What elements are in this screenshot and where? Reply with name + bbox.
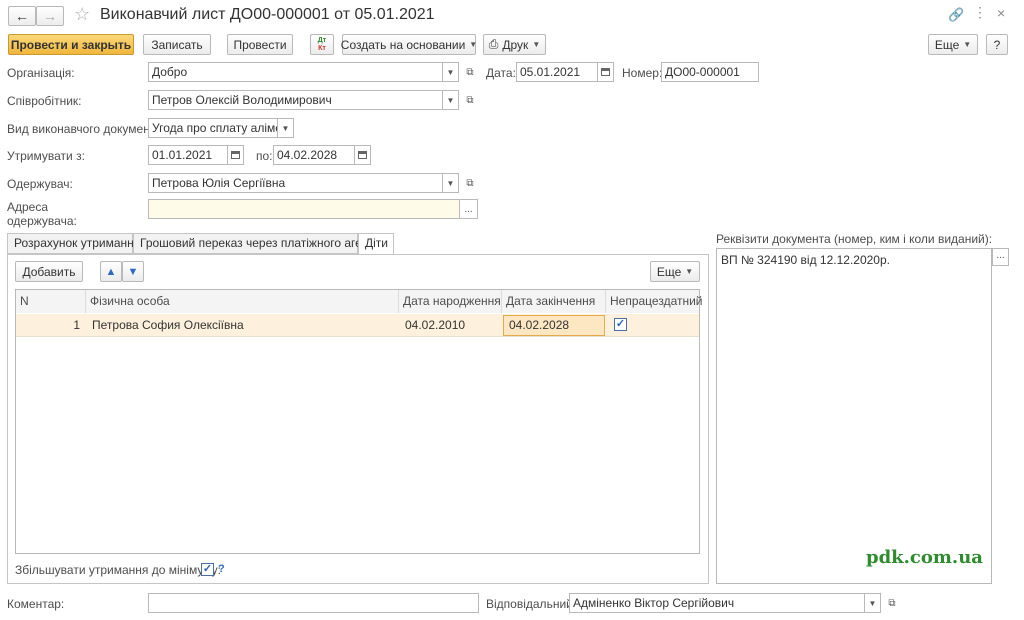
address-field[interactable] — [148, 199, 460, 219]
to-label: по: — [256, 149, 273, 163]
favorite-star-icon[interactable]: ☆ — [74, 4, 90, 25]
org-open-icon[interactable]: ⧉ — [462, 64, 478, 80]
withhold-from-calendar-button[interactable] — [228, 145, 244, 165]
column-header-n[interactable]: N — [16, 290, 86, 313]
number-label: Номер: — [622, 66, 663, 80]
requisites-select-button[interactable]: ... — [992, 248, 1009, 266]
responsible-field[interactable]: Адміненко Віктор Сергійович — [569, 593, 865, 613]
doc-kind-select[interactable]: Угода про сплату аліменті — [148, 118, 278, 138]
employee-field[interactable]: Петров Олексій Володимирович — [148, 90, 443, 110]
forward-button[interactable]: → — [36, 6, 64, 26]
number-field[interactable]: ДО00-000001 — [661, 62, 759, 82]
doc-kind-dropdown-button[interactable]: ▼ — [278, 118, 294, 138]
column-header-disabled[interactable]: Непрацездатний — [606, 290, 703, 313]
tab-calculation[interactable]: Розрахунок утримання — [7, 233, 140, 254]
recipient-open-icon[interactable]: ⧉ — [462, 175, 478, 191]
move-down-button[interactable]: ▼ — [122, 261, 144, 282]
dt-kt-icon: Дт — [317, 36, 327, 44]
calendar-icon — [231, 151, 240, 159]
move-up-button[interactable]: ▲ — [100, 261, 122, 282]
doc-kind-label: Вид виконавчого документа: — [7, 122, 166, 136]
row-birth-date[interactable]: 04.02.2010 — [405, 314, 465, 336]
dt-kt-button[interactable]: Дт Кт — [310, 34, 334, 55]
watermark: pdk.com.ua — [866, 547, 983, 568]
requisites-textarea[interactable]: ВП № 324190 від 12.12.2020р. — [716, 248, 992, 584]
save-button[interactable]: Записать — [143, 34, 211, 55]
help-button[interactable]: ? — [986, 34, 1008, 55]
responsible-label: Відповідальний: — [486, 597, 577, 611]
comment-label: Коментар: — [7, 597, 65, 611]
column-header-birth[interactable]: Дата народження — [399, 290, 502, 313]
withhold-to-field[interactable]: 04.02.2028 — [273, 145, 355, 165]
help-question-icon[interactable]: ? — [218, 563, 225, 575]
post-button[interactable]: Провести — [227, 34, 293, 55]
printer-icon: ⎙ — [488, 37, 499, 51]
arrow-up-icon: ▲ — [105, 265, 117, 278]
withhold-from-field[interactable]: 01.01.2021 — [148, 145, 228, 165]
increase-to-minimum-label: Збільшувати утримання до мінімуму: — [15, 563, 221, 577]
column-header-person[interactable]: Фізична особа — [86, 290, 399, 313]
row-number: 1 — [73, 318, 80, 332]
row-person[interactable]: Петрова София Олексіївна — [92, 314, 244, 336]
requisites-label: Реквізити документа (номер, ким і коли в… — [716, 232, 993, 246]
link-icon[interactable]: 🔗 — [948, 7, 964, 23]
date-label: Дата: — [486, 66, 516, 80]
column-header-end[interactable]: Дата закінчення — [502, 290, 606, 313]
chevron-down-icon: ▼ — [685, 267, 694, 276]
print-button[interactable]: ⎙ Друк ▼ — [483, 34, 546, 55]
children-more-button[interactable]: Еще ▼ — [650, 261, 700, 282]
window-title: Виконавчий лист ДО00-000001 от 05.01.202… — [100, 6, 435, 23]
date-calendar-button[interactable] — [598, 62, 614, 82]
withhold-to-calendar-button[interactable] — [355, 145, 371, 165]
more-icon[interactable]: ⋮ — [973, 4, 987, 21]
org-label: Організація: — [7, 66, 75, 80]
forward-arrow-icon: → — [43, 8, 57, 24]
add-child-button[interactable]: Добавить — [15, 261, 83, 282]
arrow-down-icon: ▼ — [127, 265, 139, 278]
employee-open-icon[interactable]: ⧉ — [462, 92, 478, 108]
employee-dropdown-button[interactable]: ▼ — [443, 90, 459, 110]
create-based-on-button[interactable]: Создать на основании ▼ — [341, 34, 478, 55]
address-select-button[interactable]: ... — [460, 199, 478, 219]
withhold-from-label: Утримувати з: — [7, 149, 85, 163]
calendar-icon — [601, 68, 610, 76]
recipient-dropdown-button[interactable]: ▼ — [443, 173, 459, 193]
calendar-icon — [358, 151, 367, 159]
row-disabled-checkbox[interactable]: ✓ — [614, 318, 627, 331]
chevron-down-icon: ▼ — [963, 40, 972, 49]
back-button[interactable]: ← — [8, 6, 36, 26]
comment-field[interactable] — [148, 593, 479, 613]
date-field[interactable]: 05.01.2021 — [516, 62, 598, 82]
employee-label: Співробітник: — [7, 94, 82, 108]
increase-to-minimum-checkbox[interactable]: ✓ — [201, 563, 214, 576]
chevron-down-icon: ▼ — [532, 40, 541, 49]
org-field[interactable]: Добро — [148, 62, 443, 82]
recipient-label: Одержувач: — [7, 177, 73, 191]
close-icon[interactable]: × — [997, 5, 1005, 21]
org-dropdown-button[interactable]: ▼ — [443, 62, 459, 82]
back-arrow-icon: ← — [15, 8, 29, 24]
post-and-close-button[interactable]: Провести и закрыть — [8, 34, 134, 55]
tab-children[interactable]: Діти — [358, 233, 394, 255]
responsible-open-icon[interactable]: ⧉ — [884, 595, 900, 611]
row-end-date[interactable]: 04.02.2028 — [509, 314, 569, 336]
tab-payment-agent[interactable]: Грошовий переказ через платіжного агента — [133, 233, 381, 254]
recipient-field[interactable]: Петрова Юлія Сергіївна — [148, 173, 443, 193]
address-label: Адреса одержувача: — [7, 200, 77, 228]
chevron-down-icon: ▼ — [469, 40, 478, 49]
more-button[interactable]: Еще ▼ — [928, 34, 978, 55]
responsible-dropdown-button[interactable]: ▼ — [865, 593, 881, 613]
